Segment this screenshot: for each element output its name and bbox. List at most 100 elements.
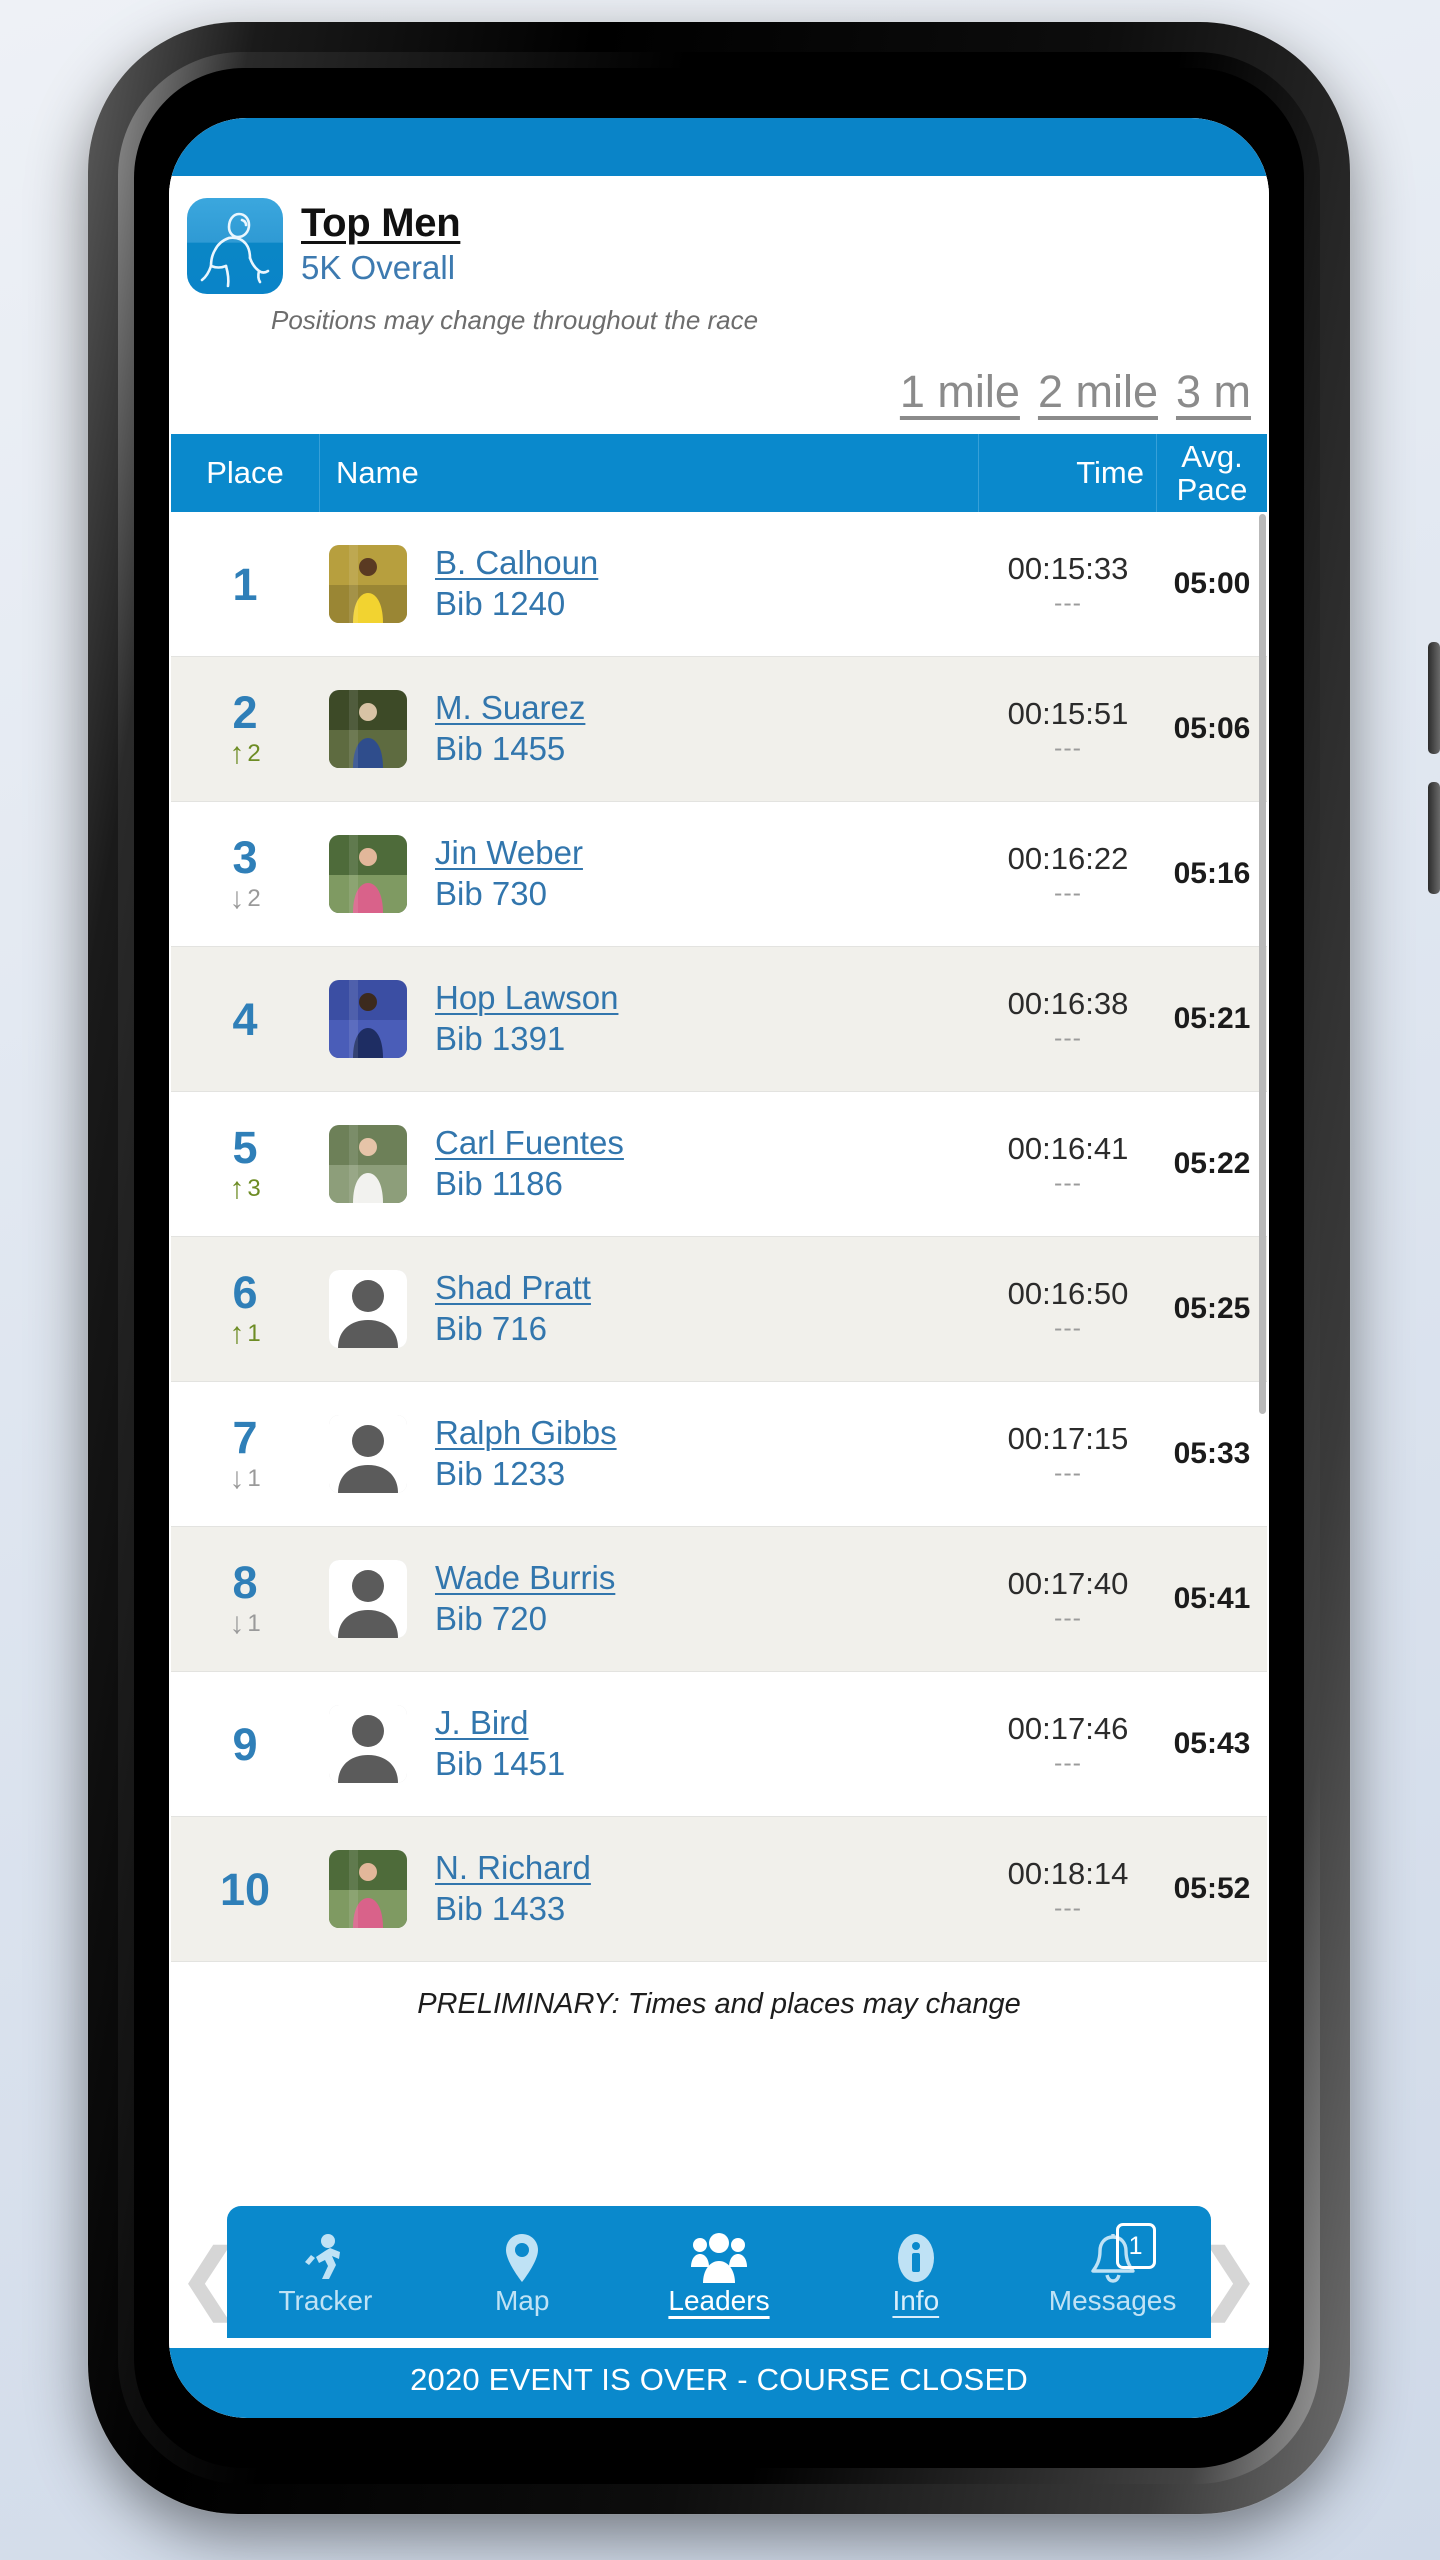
- runner-icon: [187, 198, 283, 294]
- runner-name-link[interactable]: Shad Pratt: [435, 1269, 979, 1307]
- runner-name-link[interactable]: Wade Burris: [435, 1559, 979, 1597]
- volume-down-button[interactable]: [1428, 782, 1440, 894]
- map-pin-icon: [503, 2229, 541, 2283]
- runner-name-link[interactable]: M. Suarez: [435, 689, 979, 727]
- table-row[interactable]: 7 ↓ 1 Ralph Gibbs Bib 1233 00:17:15 --- 05:33: [171, 1382, 1267, 1527]
- runner-name-link[interactable]: J. Bird: [435, 1704, 979, 1742]
- cell-avg-pace: 05:41: [1173, 1582, 1251, 1615]
- table-row[interactable]: 2 ↑ 2 M. Suarez Bib 1455 00:15:51 --- 05:06: [171, 657, 1267, 802]
- column-header-place: Place: [206, 455, 284, 490]
- position-change-down: ↓ 2: [229, 882, 260, 915]
- position-change-count: 1: [247, 1320, 261, 1347]
- table-row[interactable]: 4 Hop Lawson Bib 1391 00:16:38 --- 05:21: [171, 947, 1267, 1092]
- cell-avg-pace: 05:22: [1173, 1147, 1251, 1180]
- runner-name-link[interactable]: B. Calhoun: [435, 544, 979, 582]
- runner-name-link[interactable]: Hop Lawson: [435, 979, 979, 1017]
- table-row[interactable]: 6 ↑ 1 Shad Pratt Bib 716 00:16:50 --- 05:25: [171, 1237, 1267, 1382]
- table-row[interactable]: 3 ↓ 2 Jin Weber Bib 730 00:16:22 --- 05:16: [171, 802, 1267, 947]
- cell-avg-pace: 05:52: [1173, 1872, 1251, 1905]
- nav-item-label: Info: [892, 2285, 940, 2316]
- page-subtitle: 5K Overall: [301, 249, 456, 286]
- runner-photo-blue-singlet: [329, 690, 407, 768]
- table-row[interactable]: 5 ↑ 3 Carl Fuentes Bib 1186 00:16:41 --- 05:22: [171, 1092, 1267, 1237]
- phone-screen: Top Men 5K Overall Positions may change …: [169, 118, 1269, 2418]
- runner-name-link[interactable]: Jin Weber: [435, 834, 979, 872]
- cell-photo: [319, 1125, 417, 1203]
- volume-up-button[interactable]: [1428, 642, 1440, 754]
- runner-name-link[interactable]: Carl Fuentes: [435, 1124, 979, 1162]
- nav-item-leaders[interactable]: Leaders: [626, 2229, 813, 2315]
- arrow-down-icon: ↓: [229, 1607, 245, 1640]
- cell-photo: [319, 1270, 417, 1348]
- avg-pace-line1: Avg.: [1181, 438, 1243, 474]
- runner-time: 00:16:38: [1007, 986, 1129, 1022]
- table-row[interactable]: 9 J. Bird Bib 1451 00:17:46 --- 05:43: [171, 1672, 1267, 1817]
- runner-photo-dark-blue: [329, 980, 407, 1058]
- info-icon: [895, 2229, 937, 2283]
- runner-bib: Bib 1455: [435, 729, 566, 767]
- cell-time: 00:16:38 ---: [979, 987, 1157, 1050]
- arrow-up-icon: ↑: [229, 1172, 245, 1205]
- cell-name: Carl Fuentes Bib 1186: [417, 1124, 979, 1204]
- cell-name: J. Bird Bib 1451: [417, 1704, 979, 1784]
- nav-item-info[interactable]: Info: [822, 2229, 1009, 2315]
- cell-time: 00:16:50 ---: [979, 1277, 1157, 1340]
- table-header-row: Place Name Time Avg. Pace: [171, 434, 1267, 512]
- column-header-avg-pace: Avg. Pace: [1156, 434, 1267, 512]
- place-number: 1: [232, 558, 258, 610]
- table-row[interactable]: 1 B. Calhoun Bib 1240 00:15:33 --- 05:00: [171, 512, 1267, 657]
- cell-time: 00:17:46 ---: [979, 1712, 1157, 1775]
- place-number: 5: [232, 1122, 258, 1173]
- cell-time: 00:17:40 ---: [979, 1567, 1157, 1630]
- place-number: 3: [232, 832, 258, 883]
- arrow-up-icon: ↑: [229, 1317, 245, 1350]
- nav-item-messages[interactable]: 1 Messages: [1019, 2223, 1206, 2315]
- cell-avg-pace: 05:16: [1173, 857, 1251, 890]
- cell-photo: [319, 1560, 417, 1638]
- list-scrollbar[interactable]: [1259, 514, 1266, 1414]
- tab-1-mile[interactable]: 1 mile: [900, 366, 1020, 418]
- place-number: 7: [232, 1412, 258, 1463]
- cell-photo: [319, 545, 417, 623]
- cell-avg-pace: 05:00: [1173, 567, 1251, 600]
- runner-name-link[interactable]: Ralph Gibbs: [435, 1414, 979, 1452]
- nav-item-map[interactable]: Map: [429, 2229, 616, 2315]
- column-header-time: Time: [978, 434, 1156, 512]
- tab-3-mile[interactable]: 3 m: [1176, 366, 1251, 418]
- position-change-count: 3: [247, 1175, 261, 1202]
- cell-name: B. Calhoun Bib 1240: [417, 544, 979, 624]
- position-change-down: ↓ 1: [229, 1462, 260, 1495]
- position-change-down: ↓ 1: [229, 1607, 261, 1640]
- cell-photo: [319, 1415, 417, 1493]
- runner-time-sub: ---: [1054, 878, 1082, 907]
- position-change-up: ↑ 2: [229, 737, 261, 770]
- runner-time: 00:15:51: [1007, 696, 1129, 732]
- cell-place: 10: [171, 1867, 319, 1912]
- runner-time: 00:17:40: [1007, 1566, 1129, 1602]
- app-header: Top Men 5K Overall Positions may change …: [169, 176, 1269, 336]
- nav-item-label: Leaders: [668, 2285, 770, 2316]
- position-change-count: 1: [247, 1610, 261, 1637]
- tab-2-mile[interactable]: 2 mile: [1038, 366, 1158, 418]
- runner-time-sub: ---: [1054, 588, 1082, 617]
- position-change-up: ↑ 3: [229, 1172, 261, 1205]
- silhouette-avatar: [329, 1560, 407, 1638]
- runner-icon: [302, 2229, 348, 2283]
- column-header-name: Name: [319, 434, 978, 512]
- cell-avg-pace: 05:33: [1173, 1437, 1251, 1470]
- arrow-up-icon: ↑: [229, 737, 245, 770]
- table-row[interactable]: 8 ↓ 1 Wade Burris Bib 720 00:17:40 --- 05:41: [171, 1527, 1267, 1672]
- runner-time-sub: ---: [1054, 733, 1082, 762]
- arrow-down-icon: ↓: [229, 1462, 245, 1495]
- table-row[interactable]: 10 N. Richard Bib 1433 00:18:14 --- 05:52: [171, 1817, 1267, 1962]
- split-tabs: 1 mile 2 mile 3 m: [169, 336, 1269, 434]
- nav-item-tracker[interactable]: Tracker: [232, 2229, 419, 2315]
- place-number: 2: [232, 687, 258, 738]
- position-change-count: 2: [247, 740, 261, 767]
- runner-name-link[interactable]: N. Richard: [435, 1849, 979, 1887]
- runner-time: 00:16:41: [1007, 1131, 1129, 1167]
- arrow-down-icon: ↓: [229, 882, 245, 915]
- bell-icon: 1: [1090, 2223, 1156, 2283]
- runner-bib: Bib 1240: [435, 584, 566, 622]
- runner-bib: Bib 1391: [435, 1019, 566, 1057]
